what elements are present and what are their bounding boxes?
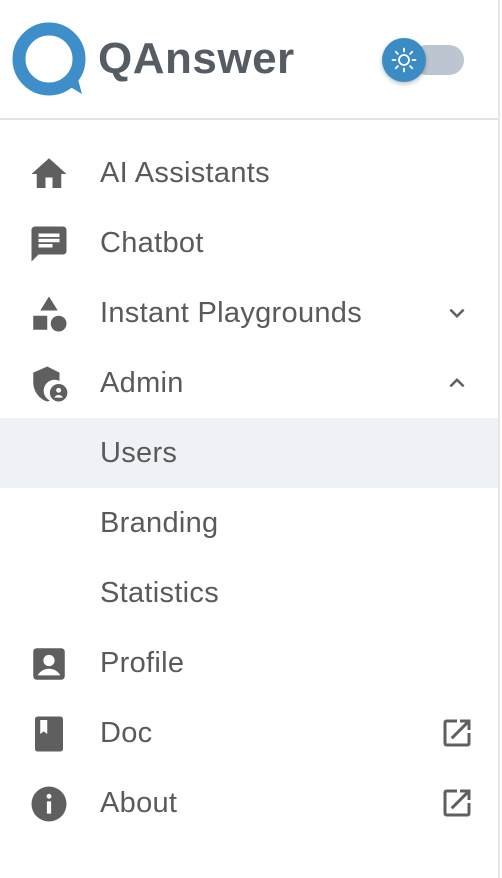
- nav-label: About: [100, 787, 178, 819]
- nav-label: Doc: [100, 717, 153, 749]
- sidebar: QAnswer AI Assistants Chatbot Instant Pl…: [0, 0, 500, 878]
- nav-item-branding[interactable]: Branding: [0, 488, 498, 558]
- brand-name: QAnswer: [98, 34, 295, 83]
- nav-item-chatbot[interactable]: Chatbot: [0, 208, 498, 278]
- account-box-icon: [28, 643, 70, 685]
- brand-logo[interactable]: QAnswer: [12, 22, 295, 96]
- open-in-new-icon[interactable]: [438, 714, 476, 752]
- nav-item-instant-playgrounds[interactable]: Instant Playgrounds: [0, 278, 498, 348]
- nav-item-doc[interactable]: Doc: [0, 698, 498, 768]
- book-icon: [28, 713, 70, 755]
- theme-toggle[interactable]: [382, 38, 466, 82]
- theme-toggle-thumb: [382, 38, 426, 82]
- sidebar-nav: AI Assistants Chatbot Instant Playground…: [0, 120, 498, 838]
- chevron-down-icon[interactable]: [438, 294, 476, 332]
- nav-label: Branding: [100, 507, 219, 539]
- nav-label: AI Assistants: [100, 157, 270, 189]
- nav-label: Admin: [100, 367, 184, 399]
- nav-item-statistics[interactable]: Statistics: [0, 558, 498, 628]
- nav-label: Instant Playgrounds: [100, 297, 363, 329]
- qanswer-logo-icon: [12, 22, 86, 96]
- chat-icon: [28, 223, 70, 265]
- nav-item-about[interactable]: About: [0, 768, 498, 838]
- info-icon: [28, 783, 70, 825]
- chevron-up-icon[interactable]: [438, 364, 476, 402]
- nav-item-ai-assistants[interactable]: AI Assistants: [0, 138, 498, 208]
- nav-item-users[interactable]: Users: [0, 418, 498, 488]
- sidebar-header: QAnswer: [0, 0, 498, 120]
- nav-label: Profile: [100, 647, 185, 679]
- admin-shield-icon: [28, 363, 70, 405]
- nav-label: Statistics: [100, 577, 220, 609]
- sun-icon: [391, 47, 417, 73]
- nav-item-profile[interactable]: Profile: [0, 628, 498, 698]
- home-icon: [28, 153, 70, 195]
- open-in-new-icon[interactable]: [438, 784, 476, 822]
- nav-label: Chatbot: [100, 227, 204, 259]
- nav-item-admin[interactable]: Admin: [0, 348, 498, 418]
- shapes-icon: [28, 293, 70, 335]
- nav-label: Users: [100, 437, 178, 469]
